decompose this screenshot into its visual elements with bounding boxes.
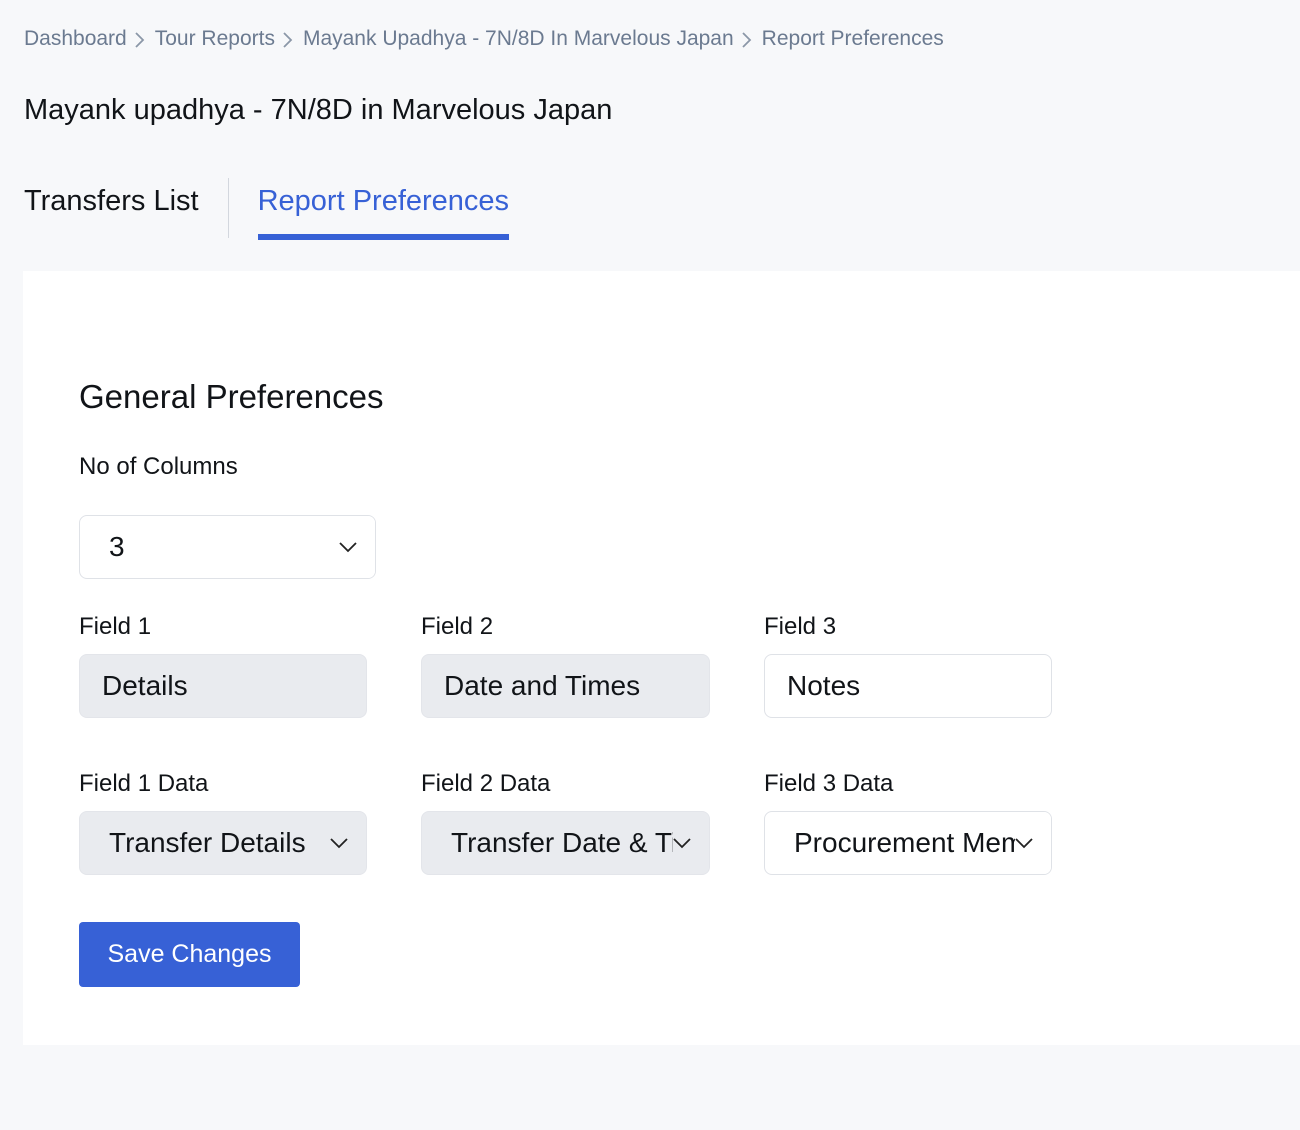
field-2-data-value: Transfer Date & Time <box>451 827 710 858</box>
tab-bar: Transfers List Report Preferences <box>24 178 510 240</box>
chevron-down-icon <box>673 812 709 874</box>
field-1-data-label: Field 1 Data <box>79 770 209 797</box>
columns-label: No of Columns <box>79 453 238 480</box>
field-1-input: Details <box>79 654 367 718</box>
breadcrumb-item-tour[interactable]: Mayank Upadhya - 7N/8D In Marvelous Japa… <box>303 24 734 54</box>
field-1-data-value: Transfer Details <box>109 827 306 858</box>
field-2-label: Field 2 <box>421 613 494 640</box>
field-3-data-select[interactable]: Procurement Memo <box>764 811 1052 875</box>
tab-divider <box>227 178 229 238</box>
chevron-down-icon <box>339 516 375 578</box>
field-3-input[interactable]: Notes <box>764 654 1052 718</box>
columns-select-value: 3 <box>109 531 125 562</box>
breadcrumb: Dashboard Tour Reports Mayank Upadhya - … <box>24 24 944 54</box>
save-changes-button[interactable]: Save Changes <box>79 922 300 987</box>
field-3-label: Field 3 <box>764 613 837 640</box>
chevron-right-icon <box>279 24 299 54</box>
preferences-panel: General Preferences No of Columns 3 Fiel… <box>23 271 1300 1045</box>
field-2-value: Date and Times <box>444 670 641 701</box>
field-2-data-select: Transfer Date & Time <box>421 811 710 875</box>
breadcrumb-item-current: Report Preferences <box>761 27 944 50</box>
field-1-data-select: Transfer Details <box>79 811 367 875</box>
field-1-value: Details <box>102 670 188 701</box>
field-3-value: Notes <box>787 670 861 701</box>
field-3-data-value: Procurement Memo <box>794 827 1040 858</box>
chevron-right-icon <box>738 24 758 54</box>
field-2-data-label: Field 2 Data <box>421 770 551 797</box>
field-3-data-label: Field 3 Data <box>764 770 894 797</box>
field-2-input: Date and Times <box>421 654 710 718</box>
columns-select[interactable]: 3 <box>79 515 376 579</box>
page-title: Mayank upadhya - 7N/8D in Marvelous Japa… <box>24 94 613 126</box>
section-title: General Preferences <box>79 378 384 415</box>
chevron-down-icon <box>330 812 366 874</box>
field-1-label: Field 1 <box>79 613 152 640</box>
chevron-right-icon <box>131 24 151 54</box>
tab-report-preferences[interactable]: Report Preferences <box>257 178 510 240</box>
breadcrumb-item-dashboard[interactable]: Dashboard <box>24 24 127 54</box>
tab-transfers-list[interactable]: Transfers List <box>24 178 199 224</box>
chevron-down-icon <box>1015 812 1051 874</box>
breadcrumb-item-tour-reports[interactable]: Tour Reports <box>155 24 275 54</box>
